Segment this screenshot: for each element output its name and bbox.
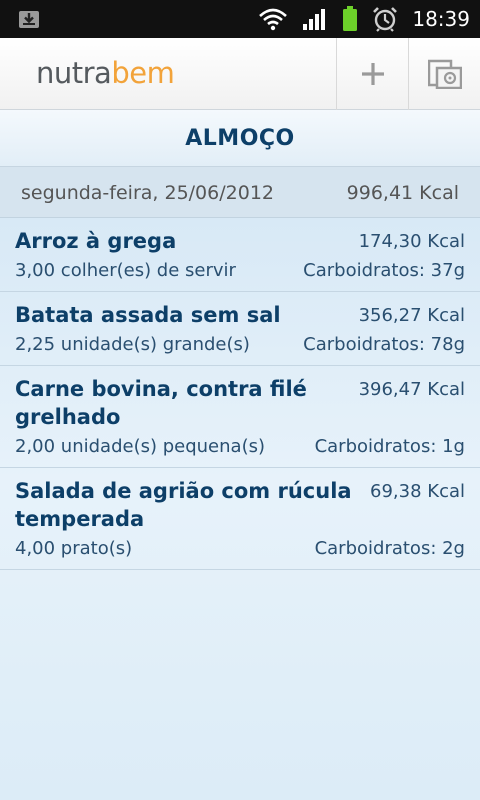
status-bar: 18:39 bbox=[0, 0, 480, 38]
signal-icon bbox=[303, 9, 326, 30]
meal-header: ALMOÇO bbox=[0, 110, 480, 166]
alarm-icon bbox=[373, 7, 398, 32]
date-summary-row: segunda-feira, 25/06/2012 996,41 Kcal bbox=[0, 166, 480, 218]
wifi-icon bbox=[259, 8, 288, 31]
food-item[interactable]: Carne bovina, contra filé grelhado 396,4… bbox=[0, 366, 480, 468]
food-quantity: 4,00 prato(s) bbox=[15, 538, 133, 559]
food-name: Carne bovina, contra filé grelhado bbox=[15, 377, 307, 429]
meal-date: segunda-feira, 25/06/2012 bbox=[21, 182, 274, 204]
settings-button[interactable] bbox=[408, 38, 480, 110]
food-quantity: 3,00 colher(es) de servir bbox=[15, 260, 236, 281]
food-list: Arroz à grega 174,30 Kcal 3,00 colher(es… bbox=[0, 218, 480, 800]
download-icon bbox=[19, 11, 39, 28]
settings-icon bbox=[427, 59, 462, 89]
food-kcal: 396,47 Kcal bbox=[358, 379, 465, 400]
food-kcal: 69,38 Kcal bbox=[370, 481, 465, 502]
food-item[interactable]: Batata assada sem sal 356,27 Kcal 2,25 u… bbox=[0, 292, 480, 366]
meal-total-kcal: 996,41 Kcal bbox=[346, 182, 459, 204]
clock-time: 18:39 bbox=[412, 7, 470, 31]
food-item[interactable]: Arroz à grega 174,30 Kcal 3,00 colher(es… bbox=[0, 218, 480, 292]
food-carbs: Carboidratos: 37g bbox=[303, 260, 465, 281]
food-name: Arroz à grega bbox=[15, 229, 177, 253]
app-logo: nutrabem bbox=[36, 56, 175, 90]
food-quantity: 2,00 unidade(s) pequena(s) bbox=[15, 436, 265, 457]
logo-text-bem: bem bbox=[111, 56, 175, 90]
food-quantity: 2,25 unidade(s) grande(s) bbox=[15, 334, 250, 355]
add-food-button[interactable] bbox=[336, 38, 408, 110]
food-carbs: Carboidratos: 78g bbox=[303, 334, 465, 355]
food-kcal: 356,27 Kcal bbox=[358, 305, 465, 326]
food-item[interactable]: Salada de agrião com rúcula temperada 69… bbox=[0, 468, 480, 570]
plus-icon bbox=[361, 63, 384, 85]
logo-text-nutra: nutra bbox=[36, 56, 112, 90]
food-kcal: 174,30 Kcal bbox=[358, 231, 465, 252]
food-name: Salada de agrião com rúcula temperada bbox=[15, 479, 352, 531]
battery-icon bbox=[343, 6, 358, 31]
food-carbs: Carboidratos: 1g bbox=[314, 436, 465, 457]
meal-title: ALMOÇO bbox=[185, 125, 295, 151]
food-carbs: Carboidratos: 2g bbox=[314, 538, 465, 559]
food-name: Batata assada sem sal bbox=[15, 303, 281, 327]
app-bar: nutrabem bbox=[0, 38, 480, 110]
